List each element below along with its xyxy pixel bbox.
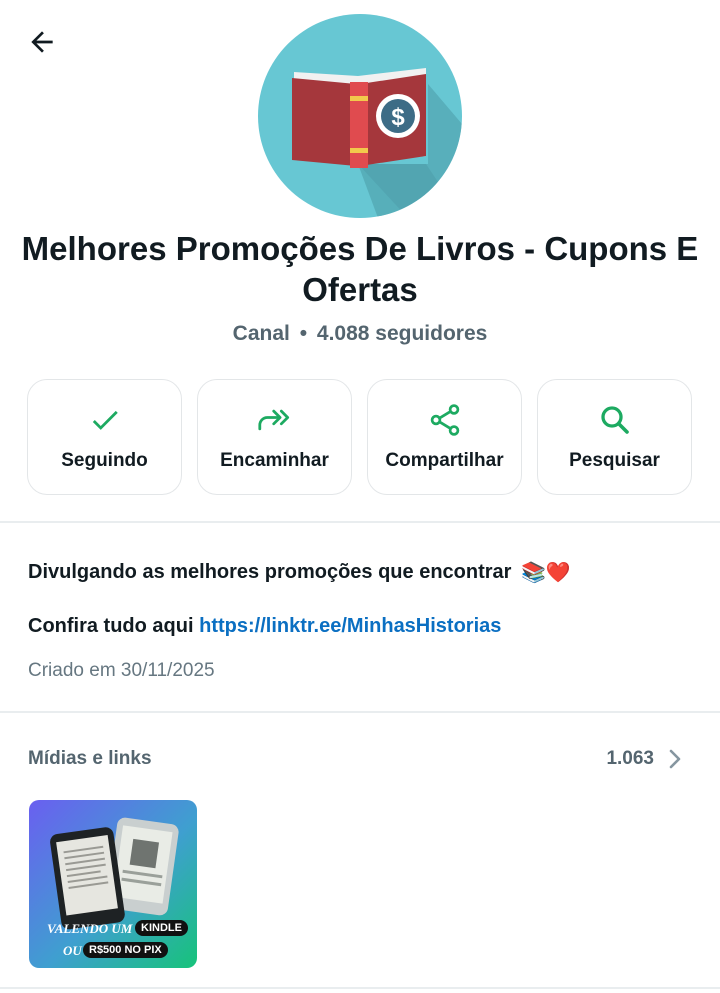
action-bar: Seguindo Encaminhar Compartilhar Pesquis… bbox=[27, 379, 692, 495]
channel-name: Melhores Promoções De Livros - Cupons E … bbox=[21, 230, 699, 308]
link-line: Confira tudo aqui https://linktr.ee/Minh… bbox=[28, 615, 501, 638]
following-label: Seguindo bbox=[61, 450, 148, 471]
divider bbox=[0, 521, 720, 523]
media-links-header[interactable]: Mídias e links 1.063 bbox=[28, 748, 682, 770]
thumb-pill-kindle: KINDLE bbox=[135, 920, 188, 936]
arrow-left-icon bbox=[31, 31, 53, 53]
created-date: Criado em 30/11/2025 bbox=[28, 660, 215, 681]
open-book-dollar-icon: $ bbox=[292, 68, 462, 218]
channel-avatar[interactable]: $ bbox=[258, 14, 462, 218]
media-links-title: Mídias e links bbox=[28, 748, 152, 769]
divider bbox=[0, 711, 720, 713]
media-thumbnail[interactable]: VALENDO UM KINDLE OU R$500 NO PIX bbox=[29, 800, 197, 968]
linktree-link[interactable]: https://linktr.ee/MinhasHistorias bbox=[199, 615, 501, 637]
svg-text:$: $ bbox=[391, 104, 405, 131]
thumb-line1: VALENDO UM bbox=[47, 921, 133, 936]
check-icon bbox=[88, 402, 122, 438]
back-button[interactable] bbox=[22, 22, 62, 62]
chevron-right-icon bbox=[669, 749, 681, 769]
share-button[interactable]: Compartilhar bbox=[367, 379, 522, 495]
link-prefix: Confira tudo aqui bbox=[28, 615, 194, 637]
forward-button[interactable]: Encaminhar bbox=[197, 379, 352, 495]
follower-count: 4.088 seguidores bbox=[316, 322, 488, 345]
search-label: Pesquisar bbox=[569, 450, 660, 471]
search-button[interactable]: Pesquisar bbox=[537, 379, 692, 495]
meta-separator: • bbox=[299, 322, 308, 345]
thumb-pill-pix: R$500 NO PIX bbox=[83, 942, 168, 958]
share-icon bbox=[427, 402, 463, 438]
media-count-value: 1.063 bbox=[606, 748, 654, 769]
media-count[interactable]: 1.063 bbox=[606, 748, 682, 770]
forward-label: Encaminhar bbox=[220, 450, 329, 471]
following-button[interactable]: Seguindo bbox=[27, 379, 182, 495]
forward-icon bbox=[256, 402, 294, 438]
divider bbox=[0, 987, 720, 989]
thumb-line2: OU bbox=[63, 943, 82, 958]
description-text: Divulgando as melhores promoções que enc… bbox=[28, 560, 512, 583]
books-heart-emoji: 📚❤️ bbox=[521, 562, 571, 584]
share-label: Compartilhar bbox=[385, 450, 504, 471]
search-icon bbox=[597, 402, 633, 438]
channel-type: Canal bbox=[232, 322, 290, 345]
channel-description: Divulgando as melhores promoções que enc… bbox=[28, 560, 571, 585]
channel-meta: Canal • 4.088 seguidores bbox=[0, 322, 720, 346]
